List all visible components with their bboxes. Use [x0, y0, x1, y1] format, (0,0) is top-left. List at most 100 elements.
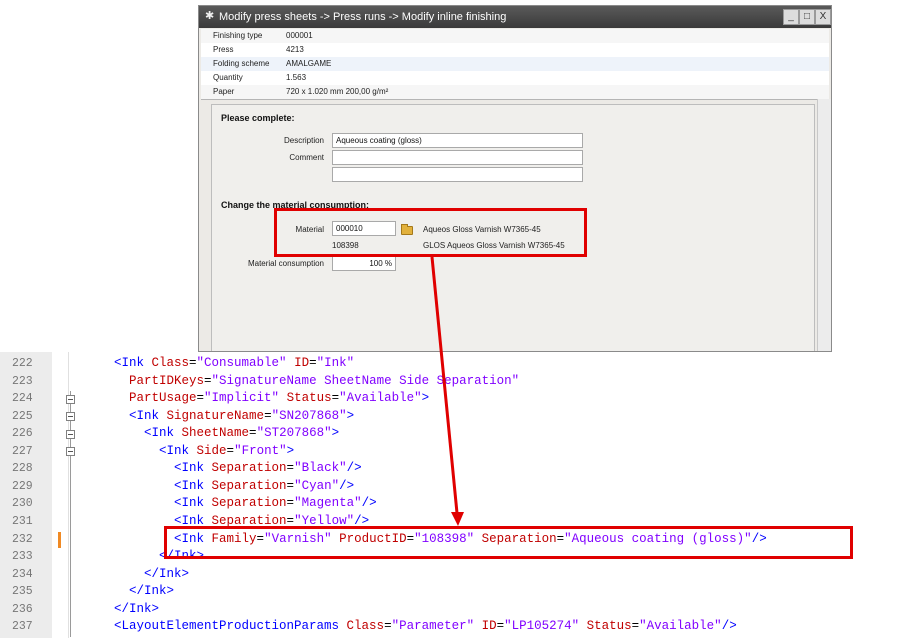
info-value: 720 x 1.020 mm 200,00 g/m² [286, 87, 389, 96]
change-marker [58, 532, 61, 548]
code-line[interactable]: </Ink> [114, 567, 189, 581]
line-number: 231 [12, 514, 33, 528]
code-token: "Available" [339, 391, 422, 406]
fold-collapse-icon[interactable] [66, 395, 75, 404]
info-row-folding-scheme: Folding scheme AMALGAME [201, 57, 829, 71]
info-row-paper: Paper 720 x 1.020 mm 200,00 g/m² [201, 85, 829, 99]
info-value: 1.563 [286, 73, 307, 82]
code-line[interactable]: </Ink> [114, 602, 159, 616]
close-button[interactable]: X [815, 9, 831, 25]
code-token: <Ink [129, 408, 167, 423]
code-line[interactable]: <Ink Side="Front"> [114, 444, 294, 458]
code-token: "Implicit" [204, 391, 280, 406]
fold-collapse-icon[interactable] [66, 412, 75, 421]
material-consumption-input[interactable]: 100 % [332, 256, 396, 271]
code-line[interactable]: </Ink> [114, 584, 174, 598]
info-label: Paper [213, 87, 235, 96]
code-token: "Magenta" [294, 496, 362, 511]
code-token: > [421, 391, 430, 406]
code-token: SignatureName [166, 408, 265, 423]
line-number: 224 [12, 392, 33, 406]
line-number: 229 [12, 479, 33, 493]
code-token: = [384, 619, 392, 634]
code-token: "ST207868" [256, 426, 332, 441]
code-token: = [189, 356, 197, 370]
code-token: SheetName [181, 426, 250, 441]
code-token: Separation [211, 461, 287, 476]
window-title: Modify press sheets -> Press runs -> Mod… [219, 11, 507, 23]
info-label: Press [213, 45, 234, 54]
code-token: <LayoutElementProductionParams [114, 619, 347, 634]
material-consumption-label: Material consumption [247, 259, 324, 268]
comment-input-line-2[interactable] [332, 167, 583, 182]
line-number: 237 [12, 620, 33, 634]
code-token: = [226, 443, 235, 458]
code-token: </Ink> [114, 601, 160, 616]
code-token: "Consumable" [196, 356, 287, 370]
maximize-button[interactable]: □ [799, 9, 815, 25]
code-line[interactable]: <Ink Separation="Cyan"/> [114, 479, 354, 493]
code-token: "LP105274" [504, 619, 580, 634]
code-token: Separation [211, 496, 287, 511]
comment-input-line-1[interactable] [332, 150, 583, 165]
code-token: Class [151, 356, 190, 370]
title-bar[interactable]: ✱ Modify press sheets -> Press runs -> M… [199, 6, 831, 28]
line-number: 223 [12, 374, 33, 388]
code-token: <Ink [159, 443, 197, 458]
code-token: = [496, 619, 505, 634]
minimize-button[interactable]: _ [783, 9, 799, 25]
code-line[interactable]: <Ink Separation="Black"/> [114, 461, 362, 475]
fold-collapse-icon[interactable] [66, 447, 75, 456]
info-row-press: Press 4213 [201, 43, 829, 57]
code-token: "Front" [234, 443, 287, 458]
fold-collapse-icon[interactable] [66, 430, 75, 439]
code-token: </Ink> [144, 566, 190, 581]
code-token: Status [579, 619, 632, 634]
line-number: 236 [12, 602, 33, 616]
info-value: AMALGAME [286, 59, 332, 68]
code-line[interactable]: PartUsage="Implicit" Status="Available"> [114, 391, 429, 405]
line-number: 227 [12, 444, 33, 458]
code-token: <Ink [144, 426, 182, 441]
code-token: ID [474, 619, 497, 634]
code-line[interactable]: <Ink SheetName="ST207868"> [114, 426, 339, 440]
code-token: > [331, 426, 340, 441]
code-token: Side [196, 443, 227, 458]
code-token: /> [721, 619, 737, 634]
material-highlight-box [274, 208, 587, 257]
line-number: 228 [12, 462, 33, 476]
code-token: ID [286, 356, 310, 370]
code-token: = [331, 391, 340, 406]
line-number: 222 [12, 357, 33, 370]
code-line[interactable]: <Ink SignatureName="SN207868"> [114, 409, 354, 423]
please-complete-heading: Please complete: [221, 113, 295, 123]
vertical-scrollbar[interactable] [817, 99, 831, 351]
code-token: Status [279, 391, 332, 406]
code-token: PartIDKeys [129, 373, 205, 388]
xml-code-editor[interactable]: 222 223 224 225 226 227 228 229 230 231 232 233 234 2… [0, 352, 898, 638]
description-input[interactable]: Aqueous coating (gloss) [332, 133, 583, 148]
code-token: <Ink [174, 478, 212, 493]
code-token: /> [361, 496, 377, 511]
comment-label: Comment [289, 153, 324, 162]
code-line[interactable]: <LayoutElementProductionParams Class="Pa… [114, 619, 737, 633]
info-value: 000001 [286, 31, 313, 40]
line-number: 234 [12, 567, 33, 581]
line-number: 230 [12, 497, 33, 511]
code-line[interactable]: <Ink Class="Consumable" ID="Ink" [114, 356, 354, 370]
code-line[interactable]: <Ink Separation="Magenta"/> [114, 496, 377, 510]
code-token: /> [346, 461, 362, 476]
code-token: = [286, 496, 295, 511]
code-token: "Black" [294, 461, 347, 476]
code-token: "SignatureName SheetName Side Separation… [211, 373, 520, 388]
code-line[interactable]: PartIDKeys="SignatureName SheetName Side… [114, 374, 519, 388]
info-label: Finishing type [213, 31, 263, 40]
xml-line-highlight-box [164, 526, 853, 559]
info-row-finishing-type: Finishing type 000001 [201, 29, 829, 43]
